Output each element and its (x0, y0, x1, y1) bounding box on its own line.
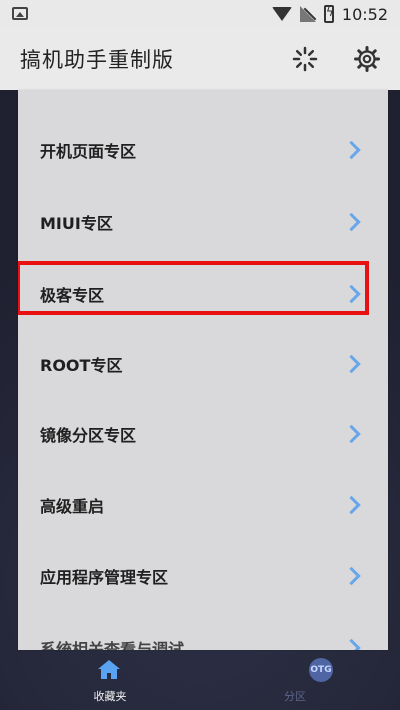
chevron-right-icon (342, 284, 361, 304)
otg-icon: OTG (309, 658, 333, 682)
menu-item-app-management[interactable]: 应用程序管理专区 (18, 540, 388, 612)
status-icons: 10:52 (271, 4, 388, 24)
tab-label: 收藏夹 (93, 690, 127, 703)
menu-item-boot-page[interactable]: 开机页面专区 (18, 114, 388, 186)
menu-item-label: 系统相关查看与调试 (40, 640, 185, 650)
menu-item-label: ROOT专区 (40, 356, 123, 375)
menu-item-label: 应用程序管理专区 (40, 568, 169, 587)
tab-label: 分区 (284, 690, 306, 703)
chevron-right-icon (342, 140, 361, 160)
chevron-right-icon (342, 566, 361, 586)
menu-panel: 开机页面专区 MIUI专区 极客专区 ROOT专区 镜像分区专区 高级重启 应用… (18, 90, 388, 650)
menu-item-image-partition[interactable]: 镜像分区专区 (18, 398, 388, 470)
chevron-right-icon (342, 212, 361, 232)
menu-item-geek[interactable]: 极客专区 (18, 258, 388, 330)
menu-item-label: 极客专区 (40, 286, 105, 305)
chevron-right-icon (342, 354, 361, 374)
menu-item-miui[interactable]: MIUI专区 (18, 186, 388, 258)
menu-item-label: 高级重启 (40, 497, 105, 516)
wifi-icon (271, 7, 292, 21)
app-title: 搞机助手重制版 (20, 48, 174, 72)
menu-item-label: MIUI专区 (40, 214, 113, 233)
battery-charging-icon (323, 5, 334, 23)
settings-gear-icon[interactable] (352, 44, 382, 74)
chevron-right-icon (342, 495, 361, 515)
image-icon (12, 7, 28, 20)
tab-favorites[interactable]: 收藏夹 (20, 650, 200, 710)
clock-time: 10:52 (341, 4, 388, 24)
menu-item-label: 镜像分区专区 (40, 426, 137, 445)
menu-item-label: 开机页面专区 (40, 142, 137, 161)
status-bar: 10:52 (0, 0, 400, 28)
loading-spinner-icon[interactable] (290, 44, 320, 74)
menu-item-root[interactable]: ROOT专区 (18, 328, 388, 400)
signal-off-icon (299, 6, 316, 22)
chevron-right-icon (342, 424, 361, 444)
menu-item-system-debug[interactable]: 系统相关查看与调试 (18, 612, 388, 650)
bottom-tab-bar: 收藏夹 OTG 分区 (0, 650, 400, 710)
menu-item-advanced-reboot[interactable]: 高级重启 (18, 469, 388, 541)
home-icon (96, 658, 122, 680)
app-header: 搞机助手重制版 (0, 28, 400, 90)
tab-partitions[interactable]: OTG 分区 (205, 650, 385, 710)
chevron-right-icon (342, 638, 361, 650)
